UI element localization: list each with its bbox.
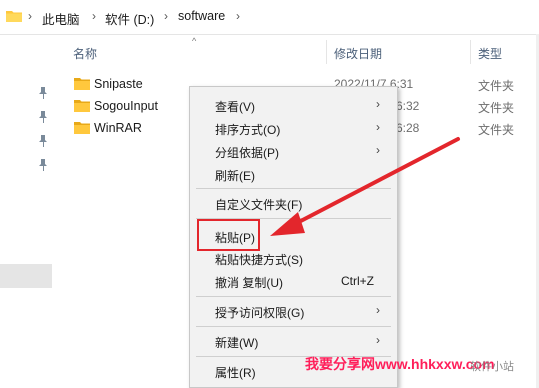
- breadcrumb-separator: ›: [28, 9, 32, 23]
- breadcrumb-separator: ›: [164, 9, 168, 23]
- breadcrumb-separator: ›: [92, 9, 96, 23]
- column-header-name[interactable]: 名称: [73, 45, 97, 62]
- menu-item-shortcut: Ctrl+Z: [341, 274, 374, 288]
- menu-item-label: 查看(V): [215, 100, 255, 114]
- column-divider[interactable]: [470, 40, 471, 64]
- menu-separator: [196, 188, 391, 189]
- menu-item-label: 撤消 复制(U): [215, 276, 283, 290]
- menu-item-label: 刷新(E): [215, 169, 255, 183]
- watermark-text: 我要分享网www.hhkxxw.com: [305, 356, 495, 372]
- chevron-right-icon: ›: [376, 143, 380, 157]
- column-header-date[interactable]: 修改日期: [334, 45, 382, 62]
- paste-highlight-box: [197, 219, 260, 251]
- file-name: SogouInput: [94, 99, 158, 113]
- menu-item-label: 新建(W): [215, 336, 259, 350]
- menu-item-new[interactable]: 新建(W) ›: [190, 330, 397, 352]
- menu-item-label: 授予访问权限(G): [215, 306, 305, 320]
- menu-item-give-access[interactable]: 授予访问权限(G) ›: [190, 300, 397, 322]
- pin-icon[interactable]: [38, 111, 48, 123]
- file-name: Snipaste: [94, 77, 143, 91]
- menu-item-group[interactable]: 分组依据(P) ›: [190, 140, 397, 162]
- menu-separator: [196, 296, 391, 297]
- pin-icon[interactable]: [38, 87, 48, 99]
- menu-item-label: 分组依据(P): [215, 146, 279, 160]
- menu-item-sort[interactable]: 排序方式(O) ›: [190, 117, 397, 139]
- nav-selected-item[interactable]: [0, 264, 52, 288]
- folder-icon: [74, 100, 90, 112]
- folder-icon: [74, 78, 90, 90]
- menu-item-label: 自定义文件夹(F): [215, 198, 303, 212]
- file-date: 6:32: [396, 99, 420, 113]
- breadcrumb-this-pc[interactable]: 此电脑: [42, 9, 80, 28]
- chevron-right-icon: ›: [376, 303, 380, 317]
- chevron-right-icon: ›: [376, 333, 380, 347]
- folder-icon: [6, 11, 22, 22]
- file-name: WinRAR: [94, 121, 142, 135]
- menu-item-label: 属性(R): [215, 366, 256, 380]
- breadcrumb-software[interactable]: software: [178, 9, 225, 23]
- menu-item-undo-copy[interactable]: 撤消 复制(U) Ctrl+Z: [190, 270, 397, 292]
- menu-item-view[interactable]: 查看(V) ›: [190, 94, 397, 116]
- brand-watermark: 软件小站: [470, 361, 514, 373]
- breadcrumb-drive-d[interactable]: 软件 (D:): [105, 9, 154, 28]
- pin-icon[interactable]: [38, 159, 48, 171]
- file-type: 文件夹: [478, 79, 515, 93]
- menu-item-customize-folder[interactable]: 自定义文件夹(F): [190, 192, 397, 214]
- address-bar[interactable]: › 此电脑 › 软件 (D:) › software ›: [0, 0, 539, 35]
- menu-item-label: 粘贴快捷方式(S): [215, 253, 303, 267]
- menu-item-label: 排序方式(O): [215, 123, 281, 137]
- menu-item-refresh[interactable]: 刷新(E): [190, 163, 397, 185]
- file-type: 文件夹: [478, 101, 515, 115]
- chevron-right-icon: ›: [376, 97, 380, 111]
- column-header-type[interactable]: 类型: [478, 45, 502, 62]
- file-date: 6:28: [396, 121, 420, 135]
- breadcrumb-separator: ›: [236, 9, 240, 23]
- folder-icon: [74, 122, 90, 134]
- sort-ascending-icon: ^: [192, 36, 197, 46]
- menu-separator: [196, 326, 391, 327]
- column-divider[interactable]: [326, 40, 327, 64]
- pin-icon[interactable]: [38, 135, 48, 147]
- chevron-right-icon: ›: [376, 120, 380, 134]
- file-type: 文件夹: [478, 123, 515, 137]
